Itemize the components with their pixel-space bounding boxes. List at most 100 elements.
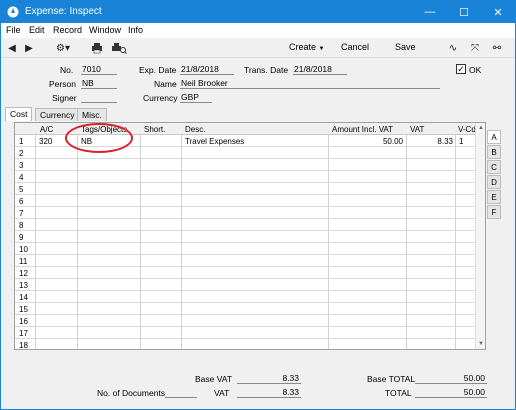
scroll-down-icon[interactable]: ▼ xyxy=(477,340,485,348)
prev-record-icon[interactable]: ◀ xyxy=(7,41,17,55)
col-vcd-header[interactable]: V-Cd xyxy=(458,125,476,134)
signer-field[interactable] xyxy=(81,92,117,103)
side-tab-f[interactable]: F xyxy=(487,205,501,219)
menu-record[interactable]: Record xyxy=(53,25,82,35)
table-row[interactable]: 17 xyxy=(15,327,485,339)
save-button[interactable]: Save xyxy=(395,42,416,52)
row-number: 16 xyxy=(19,317,28,326)
gear-icon[interactable]: ⚙▾ xyxy=(53,41,73,55)
row-number: 4 xyxy=(19,173,24,182)
vcd-cell[interactable]: 1 xyxy=(459,137,475,146)
row-number: 12 xyxy=(19,269,28,278)
title-bar: Expense: Inspect — ☐ ✕ xyxy=(1,1,515,23)
exp-date-field[interactable]: 21/8/2018 xyxy=(180,64,234,75)
no-documents-label: No. of Documents xyxy=(97,388,166,398)
row-number: 13 xyxy=(19,281,28,290)
print-icon[interactable] xyxy=(91,41,103,55)
grid-scrollbar[interactable]: ▲ ▼ xyxy=(475,123,485,349)
row-number: 15 xyxy=(19,305,28,314)
table-row[interactable]: 14 xyxy=(15,291,485,303)
side-tab-e[interactable]: E xyxy=(487,190,501,204)
row-number: 17 xyxy=(19,329,28,338)
side-tab-c[interactable]: C xyxy=(487,160,501,174)
row-number: 9 xyxy=(19,233,24,242)
vat-value: 8.33 xyxy=(237,387,301,398)
row-number: 8 xyxy=(19,221,24,230)
app-icon xyxy=(7,6,19,18)
chevron-down-icon: ▼ xyxy=(318,46,325,52)
total-label: TOTAL xyxy=(385,388,412,398)
menu-window[interactable]: Window xyxy=(89,25,121,35)
table-row[interactable]: 10 xyxy=(15,243,485,255)
menu-bar: File Edit Record Window Info xyxy=(1,23,515,38)
row-number: 1 xyxy=(19,137,24,146)
fullscreen-icon[interactable]: ⤧ xyxy=(469,41,481,55)
row-number: 14 xyxy=(19,293,28,302)
side-tab-d[interactable]: D xyxy=(487,175,501,189)
person-label: Person xyxy=(49,79,76,89)
next-record-icon[interactable]: ▶ xyxy=(24,41,34,55)
name-field[interactable]: Neil Brooker xyxy=(180,78,440,89)
row-number: 2 xyxy=(19,149,24,158)
tab-currency[interactable]: Currency xyxy=(35,108,80,121)
col-vat-header[interactable]: VAT xyxy=(410,125,424,134)
table-row[interactable]: 16 xyxy=(15,315,485,327)
tab-cost[interactable]: Cost xyxy=(5,107,33,121)
table-row[interactable]: 3 xyxy=(15,159,485,171)
link-icon[interactable]: ⚯ xyxy=(491,41,503,55)
table-row[interactable]: 4 xyxy=(15,171,485,183)
person-field[interactable]: NB xyxy=(81,78,117,89)
table-row[interactable]: 13 xyxy=(15,279,485,291)
table-row[interactable]: 15 xyxy=(15,303,485,315)
trans-date-label: Trans. Date xyxy=(244,65,289,75)
side-tab-b[interactable]: B xyxy=(487,145,501,159)
minimize-button[interactable]: — xyxy=(413,1,447,23)
no-label: No. xyxy=(60,65,74,75)
ok-checkbox[interactable]: ✓ xyxy=(456,64,466,74)
table-row[interactable]: 11 xyxy=(15,255,485,267)
rows-grid[interactable]: A/C Tags/Objects Short. Desc. Amount Inc… xyxy=(14,122,486,350)
menu-edit[interactable]: Edit xyxy=(29,25,45,35)
minimize-icon: — xyxy=(424,6,436,18)
row-number: 3 xyxy=(19,161,24,170)
row-number: 18 xyxy=(19,341,28,350)
close-button[interactable]: ✕ xyxy=(481,1,515,23)
col-ac-header[interactable]: A/C xyxy=(40,125,53,134)
table-row[interactable]: 18 xyxy=(15,339,485,350)
toolbar: ◀ ▶ ⚙▾ Create ▼ Cancel Save ∿ ⤧ ⚯ xyxy=(1,38,515,58)
exp-date-label: Exp. Date xyxy=(139,65,177,75)
vat-cell[interactable]: 8.33 xyxy=(409,137,453,146)
table-row[interactable]: 7 xyxy=(15,207,485,219)
ok-label: OK xyxy=(469,65,482,75)
row-number: 6 xyxy=(19,197,24,206)
expense-window: Expense: Inspect — ☐ ✕ File Edit Record … xyxy=(0,0,516,410)
scroll-up-icon[interactable]: ▲ xyxy=(477,124,485,132)
table-row[interactable]: 5 xyxy=(15,183,485,195)
currency-field[interactable]: GBP xyxy=(180,92,212,103)
base-vat-label: Base VAT xyxy=(195,374,233,384)
amount-cell[interactable]: 50.00 xyxy=(331,137,403,146)
print-preview-icon[interactable] xyxy=(111,41,127,55)
col-desc-header[interactable]: Desc. xyxy=(185,125,205,134)
col-amount-header[interactable]: Amount Incl. VAT xyxy=(332,125,393,134)
side-tab-a[interactable]: A xyxy=(487,130,501,144)
base-total-value: 50.00 xyxy=(415,373,487,384)
table-row[interactable]: 9 xyxy=(15,231,485,243)
menu-info[interactable]: Info xyxy=(128,25,143,35)
base-total-label: Base TOTAL xyxy=(367,374,416,384)
menu-file[interactable]: File xyxy=(6,25,21,35)
table-row[interactable]: 8 xyxy=(15,219,485,231)
sign-icon[interactable]: ∿ xyxy=(447,41,459,55)
maximize-button[interactable]: ☐ xyxy=(447,1,481,23)
row-number: 7 xyxy=(19,209,24,218)
no-field[interactable]: 7010 xyxy=(81,64,117,75)
table-row[interactable]: 6 xyxy=(15,195,485,207)
table-row[interactable]: 12 xyxy=(15,267,485,279)
col-short-header[interactable]: Short. xyxy=(144,125,165,134)
create-button[interactable]: Create ▼ xyxy=(289,42,324,52)
cancel-button[interactable]: Cancel xyxy=(341,42,369,52)
trans-date-field[interactable]: 21/8/2018 xyxy=(293,64,347,75)
desc-cell[interactable]: Travel Expenses xyxy=(185,137,325,146)
tab-misc[interactable]: Misc. xyxy=(77,108,107,121)
create-label: Create xyxy=(289,42,317,52)
